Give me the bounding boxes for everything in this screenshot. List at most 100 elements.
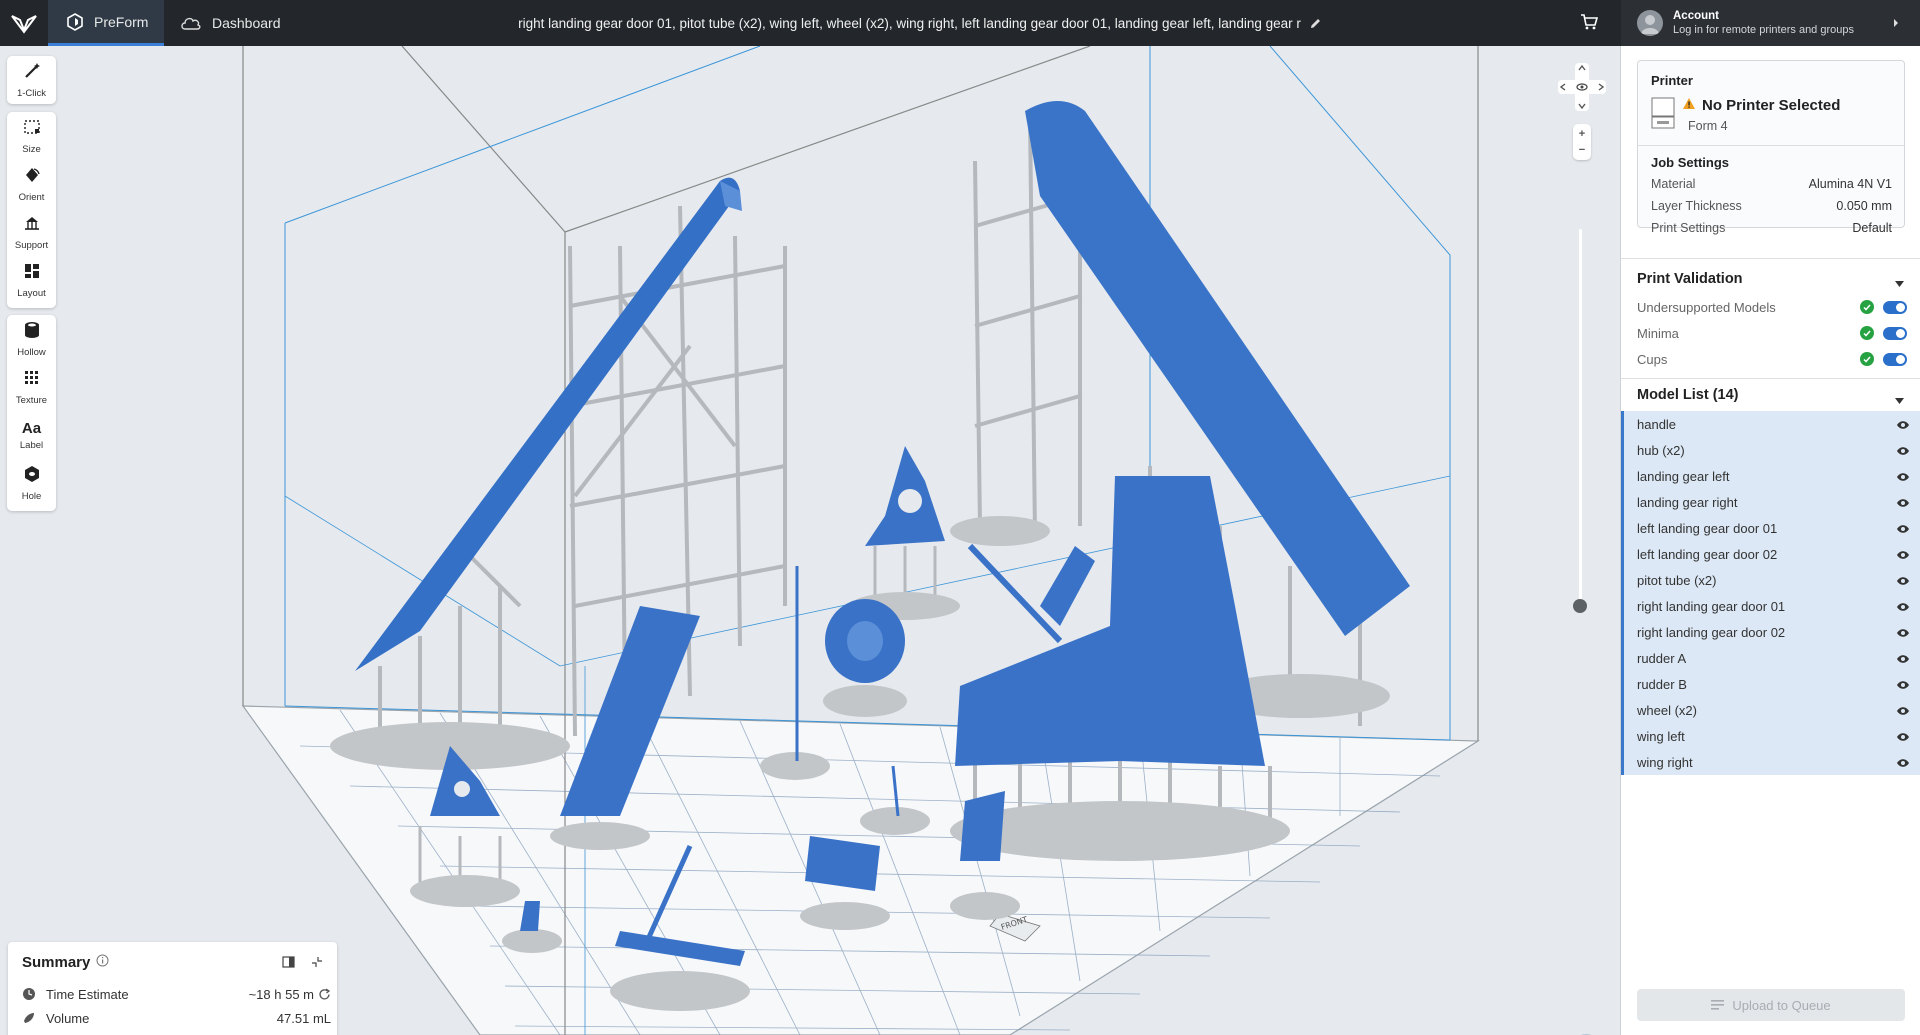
list-item[interactable]: hub (x2) bbox=[1621, 437, 1920, 463]
tool-hole[interactable]: Hole bbox=[7, 459, 56, 507]
zoom-out-button[interactable]: − bbox=[1579, 142, 1585, 158]
build-scene[interactable]: FRONT bbox=[0, 46, 1620, 1035]
model-list-header[interactable]: Model List (14) bbox=[1621, 378, 1920, 410]
toolgroup-oneclick: 1-Click bbox=[7, 56, 56, 104]
check-icon bbox=[1860, 326, 1874, 340]
check-icon bbox=[1860, 300, 1874, 314]
hole-icon bbox=[23, 465, 41, 488]
eye-icon[interactable] bbox=[1896, 522, 1910, 537]
dock-panel-icon[interactable] bbox=[282, 955, 295, 973]
orient-icon bbox=[23, 166, 41, 189]
size-icon bbox=[23, 118, 41, 141]
layer-slider-handle[interactable] bbox=[1573, 599, 1587, 613]
setting-key: Layer Thickness bbox=[1651, 199, 1742, 213]
3d-viewport[interactable]: FRONT 1-Click Size Orient Support Layout… bbox=[0, 46, 1620, 1035]
tool-label: Support bbox=[14, 239, 49, 251]
texture-icon bbox=[23, 369, 41, 392]
tool-1-click[interactable]: 1-Click bbox=[7, 56, 56, 104]
tool-support[interactable]: Support bbox=[7, 208, 56, 256]
cart-icon[interactable] bbox=[1580, 13, 1599, 36]
job-title-text: right landing gear door 01, pitot tube (… bbox=[518, 15, 1301, 31]
validation-toggle[interactable] bbox=[1883, 326, 1907, 340]
tab-preform[interactable]: PreForm bbox=[48, 0, 164, 46]
printer-card[interactable]: Printer No Printer Selected Form 4 Job S… bbox=[1637, 60, 1905, 235]
list-item[interactable]: wing right bbox=[1621, 749, 1920, 775]
list-item[interactable]: right landing gear door 02 bbox=[1621, 619, 1920, 645]
eye-icon[interactable] bbox=[1896, 730, 1910, 745]
list-item[interactable]: wheel (x2) bbox=[1621, 697, 1920, 723]
print-validation-header[interactable]: Print Validation bbox=[1621, 258, 1920, 298]
layer-slider-track[interactable] bbox=[1579, 229, 1582, 607]
model-name: wing left bbox=[1637, 728, 1685, 744]
supports-wing-left bbox=[378, 205, 787, 746]
list-item[interactable]: wing left bbox=[1621, 723, 1920, 749]
summary-row-time: Time Estimate ~18 h 55 m bbox=[22, 984, 331, 1004]
view-rotate-control[interactable] bbox=[1556, 61, 1608, 113]
setting-value: 0.050 mm bbox=[1836, 199, 1892, 213]
eye-icon[interactable] bbox=[1896, 418, 1910, 433]
list-item[interactable]: left landing gear door 01 bbox=[1621, 515, 1920, 541]
model-name: rudder A bbox=[1637, 650, 1687, 666]
validation-label: Undersupported Models bbox=[1637, 299, 1776, 315]
eye-icon[interactable] bbox=[1896, 704, 1910, 719]
eye-icon[interactable] bbox=[1896, 600, 1910, 615]
tool-hollow[interactable]: Hollow bbox=[7, 315, 56, 363]
caret-down-icon bbox=[1895, 275, 1904, 291]
tool-label: Layout bbox=[17, 287, 46, 299]
upload-to-queue-button[interactable]: Upload to Queue bbox=[1637, 989, 1905, 1021]
eye-icon[interactable] bbox=[1896, 574, 1910, 589]
tool-label-text[interactable]: Aa Label bbox=[7, 411, 56, 459]
eye-icon[interactable] bbox=[1896, 652, 1910, 667]
tool-texture[interactable]: Texture bbox=[7, 363, 56, 411]
eye-icon[interactable] bbox=[1896, 444, 1910, 459]
list-item[interactable]: rudder B bbox=[1621, 671, 1920, 697]
eye-icon[interactable] bbox=[1896, 470, 1910, 485]
list-item[interactable]: landing gear right bbox=[1621, 489, 1920, 515]
validation-toggle[interactable] bbox=[1883, 300, 1907, 314]
tool-label: Hollow bbox=[17, 346, 46, 358]
model-name: rudder B bbox=[1637, 676, 1687, 692]
job-title[interactable]: right landing gear door 01, pitot tube (… bbox=[515, 0, 1325, 46]
account-button[interactable]: Account Log in for remote printers and g… bbox=[1621, 0, 1920, 46]
formlabs-logo-icon[interactable] bbox=[8, 8, 40, 38]
right-panel: Printer No Printer Selected Form 4 Job S… bbox=[1620, 46, 1920, 1035]
list-item[interactable]: pitot tube (x2) bbox=[1621, 567, 1920, 593]
wing-left-model[interactable] bbox=[355, 177, 740, 671]
account-title: Account bbox=[1673, 10, 1719, 22]
list-item[interactable]: rudder A bbox=[1621, 645, 1920, 671]
model-name: landing gear right bbox=[1637, 494, 1738, 510]
collapse-icon[interactable] bbox=[311, 955, 323, 973]
validation-toggle[interactable] bbox=[1883, 352, 1907, 366]
setting-layer-thickness: Layer Thickness 0.050 mm bbox=[1651, 199, 1892, 213]
tool-orient[interactable]: Orient bbox=[7, 160, 56, 208]
upload-label: Upload to Queue bbox=[1732, 997, 1831, 1013]
account-subtitle: Log in for remote printers and groups bbox=[1673, 24, 1854, 36]
pencil-icon[interactable] bbox=[1309, 17, 1322, 30]
left-landing-gear-door-02-model[interactable] bbox=[960, 791, 1005, 861]
info-icon[interactable] bbox=[96, 954, 109, 971]
printer-icon bbox=[1651, 97, 1675, 129]
tab-dashboard[interactable]: Dashboard bbox=[180, 0, 290, 46]
validation-row: Cups bbox=[1637, 348, 1907, 370]
tool-layout[interactable]: Layout bbox=[7, 256, 56, 304]
list-item[interactable]: handle bbox=[1621, 411, 1920, 437]
eye-icon[interactable] bbox=[1896, 678, 1910, 693]
tool-label: Label bbox=[19, 439, 44, 451]
eye-icon[interactable] bbox=[1896, 496, 1910, 511]
setting-material: Material Alumina 4N V1 bbox=[1651, 177, 1892, 191]
eye-icon[interactable] bbox=[1896, 548, 1910, 563]
job-settings-heading: Job Settings bbox=[1651, 155, 1730, 170]
zoom-in-button[interactable]: + bbox=[1579, 126, 1585, 142]
list-item[interactable]: left landing gear door 02 bbox=[1621, 541, 1920, 567]
tool-label: Size bbox=[22, 143, 41, 155]
tool-size[interactable]: Size bbox=[7, 112, 56, 160]
model-list: handle hub (x2) landing gear left landin… bbox=[1621, 411, 1920, 775]
eye-icon[interactable] bbox=[1896, 756, 1910, 771]
clock-icon bbox=[22, 987, 40, 1001]
list-item[interactable]: right landing gear door 01 bbox=[1621, 593, 1920, 619]
list-item[interactable]: landing gear left bbox=[1621, 463, 1920, 489]
eye-icon[interactable] bbox=[1896, 626, 1910, 641]
summary-key: Volume bbox=[46, 1010, 90, 1026]
refresh-icon[interactable] bbox=[318, 987, 331, 1001]
landing-gear-right-model[interactable] bbox=[967, 543, 1063, 644]
